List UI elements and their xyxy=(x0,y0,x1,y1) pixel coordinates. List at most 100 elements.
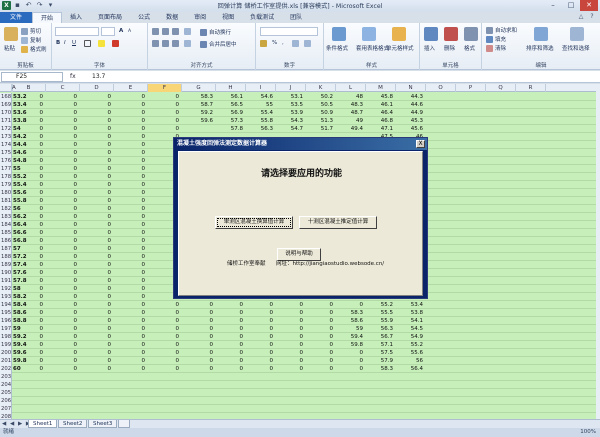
grow-font-button[interactable]: A xyxy=(119,28,123,34)
fill-button[interactable]: 填充 xyxy=(486,35,506,43)
cell[interactable]: 0 xyxy=(80,181,112,189)
cell[interactable]: 0 xyxy=(148,309,180,317)
cell[interactable]: 50.9 xyxy=(306,109,333,117)
sheet-nav-arrows[interactable]: ◀ ◀ ▶ ▶ xyxy=(2,421,31,427)
cell[interactable]: 51.7 xyxy=(306,125,333,133)
cell[interactable]: 0 xyxy=(46,117,78,125)
cell[interactable]: 54 xyxy=(13,125,21,133)
tab-load-test[interactable]: 负载测试 xyxy=(242,12,282,23)
cell[interactable]: 0 xyxy=(148,357,180,365)
column-header[interactable]: F xyxy=(148,84,182,92)
table-format-icon[interactable] xyxy=(362,27,376,41)
cell[interactable]: 0 xyxy=(46,309,78,317)
cell[interactable]: 55.9 xyxy=(366,317,393,325)
cell[interactable]: 53.1 xyxy=(276,93,303,101)
percent-button[interactable]: % xyxy=(272,40,277,46)
paste-button[interactable]: 粘贴 xyxy=(4,44,15,52)
cell[interactable]: 0 xyxy=(80,349,112,357)
cell[interactable]: 54.9 xyxy=(396,333,423,341)
column-header[interactable]: G xyxy=(182,84,216,92)
cell[interactable]: 0 xyxy=(46,205,78,213)
column-header[interactable]: R xyxy=(516,84,546,92)
cell[interactable]: 53.9 xyxy=(276,109,303,117)
tab-formulas[interactable]: 公式 xyxy=(130,12,158,23)
cell[interactable]: 0 xyxy=(114,341,146,349)
cell[interactable]: 0 xyxy=(80,237,112,245)
cell[interactable]: 55.6 xyxy=(396,349,423,357)
cell[interactable]: 57.8 xyxy=(216,125,243,133)
cell[interactable]: 0 xyxy=(114,213,146,221)
cell[interactable]: 59.4 xyxy=(13,341,27,349)
row-header[interactable]: 186 xyxy=(0,237,12,245)
cell[interactable]: 0 xyxy=(80,325,112,333)
maximize-icon[interactable]: □ xyxy=(562,0,580,11)
cell[interactable]: 0 xyxy=(276,349,304,357)
row-header[interactable]: 207 xyxy=(0,405,12,413)
minimize-icon[interactable]: – xyxy=(544,0,562,11)
column-header[interactable]: N xyxy=(396,84,426,92)
row-header[interactable]: 198 xyxy=(0,333,12,341)
cell[interactable]: 0 xyxy=(114,101,146,109)
cell[interactable]: 0 xyxy=(182,349,214,357)
clear-button[interactable]: 清除 xyxy=(486,44,506,52)
cell[interactable]: 55.8 xyxy=(13,197,27,205)
cell[interactable]: 0 xyxy=(46,277,78,285)
cell[interactable]: 0 xyxy=(246,301,274,309)
conditional-format-button[interactable]: 条件格式 xyxy=(326,44,348,52)
cell[interactable]: 0 xyxy=(114,253,146,261)
cell-styles-button[interactable]: 单元格样式 xyxy=(386,44,414,52)
cell[interactable]: 56.4 xyxy=(13,221,27,229)
cell[interactable]: 0 xyxy=(148,109,180,117)
column-header[interactable]: P xyxy=(456,84,486,92)
row-header[interactable]: 183 xyxy=(0,213,12,221)
cell[interactable]: 55.4 xyxy=(246,109,273,117)
cell[interactable]: 0 xyxy=(336,301,364,309)
column-header[interactable]: D xyxy=(80,84,114,92)
cell[interactable]: 0 xyxy=(46,285,78,293)
cell[interactable]: 47.1 xyxy=(366,125,393,133)
copy-button[interactable]: 复制 xyxy=(21,36,41,44)
cell[interactable]: 0 xyxy=(46,133,78,141)
cell[interactable]: 0 xyxy=(246,349,274,357)
cell[interactable]: 0 xyxy=(80,133,112,141)
cell[interactable]: 0 xyxy=(80,285,112,293)
row-header[interactable]: 172 xyxy=(0,125,12,133)
cell[interactable]: 0 xyxy=(336,357,364,365)
format-cells-button[interactable]: 格式 xyxy=(464,44,475,52)
vertical-scrollbar[interactable] xyxy=(596,84,600,419)
cell[interactable]: 54.6 xyxy=(246,93,273,101)
find-select-icon[interactable] xyxy=(570,27,584,41)
cell[interactable]: 0 xyxy=(46,125,78,133)
comma-button[interactable]: , xyxy=(282,40,284,46)
cell[interactable]: 45.3 xyxy=(396,117,423,125)
cell[interactable]: 0 xyxy=(216,357,244,365)
row-header[interactable]: 169 xyxy=(0,101,12,109)
align-center-button[interactable] xyxy=(162,40,171,47)
cell[interactable]: 59.2 xyxy=(13,333,27,341)
cell[interactable]: 53.4 xyxy=(396,301,423,309)
cell[interactable]: 0 xyxy=(80,317,112,325)
cell[interactable]: 0 xyxy=(148,101,180,109)
row-header[interactable]: 175 xyxy=(0,149,12,157)
cell[interactable]: 0 xyxy=(80,261,112,269)
cell[interactable]: 55.2 xyxy=(396,341,423,349)
currency-button[interactable] xyxy=(260,40,269,47)
row-header[interactable]: 168 xyxy=(0,93,12,101)
row-header[interactable]: 185 xyxy=(0,229,12,237)
cell[interactable]: 59.2 xyxy=(182,109,213,117)
cell[interactable]: 58.3 xyxy=(182,93,213,101)
cell[interactable]: 0 xyxy=(46,349,78,357)
cell[interactable]: 0 xyxy=(80,197,112,205)
cell[interactable]: 0 xyxy=(80,341,112,349)
cell[interactable]: 55.5 xyxy=(366,309,393,317)
cell[interactable]: 56.7 xyxy=(366,333,393,341)
cell[interactable]: 0 xyxy=(46,237,78,245)
cell[interactable]: 57.6 xyxy=(13,269,27,277)
cell[interactable]: 55 xyxy=(13,165,21,173)
cell[interactable]: 0 xyxy=(80,277,112,285)
cell[interactable]: 0 xyxy=(306,341,334,349)
cell[interactable]: 0 xyxy=(114,117,146,125)
cell[interactable]: 0 xyxy=(306,309,334,317)
cell[interactable]: 0 xyxy=(182,357,214,365)
column-header[interactable]: E xyxy=(114,84,148,92)
